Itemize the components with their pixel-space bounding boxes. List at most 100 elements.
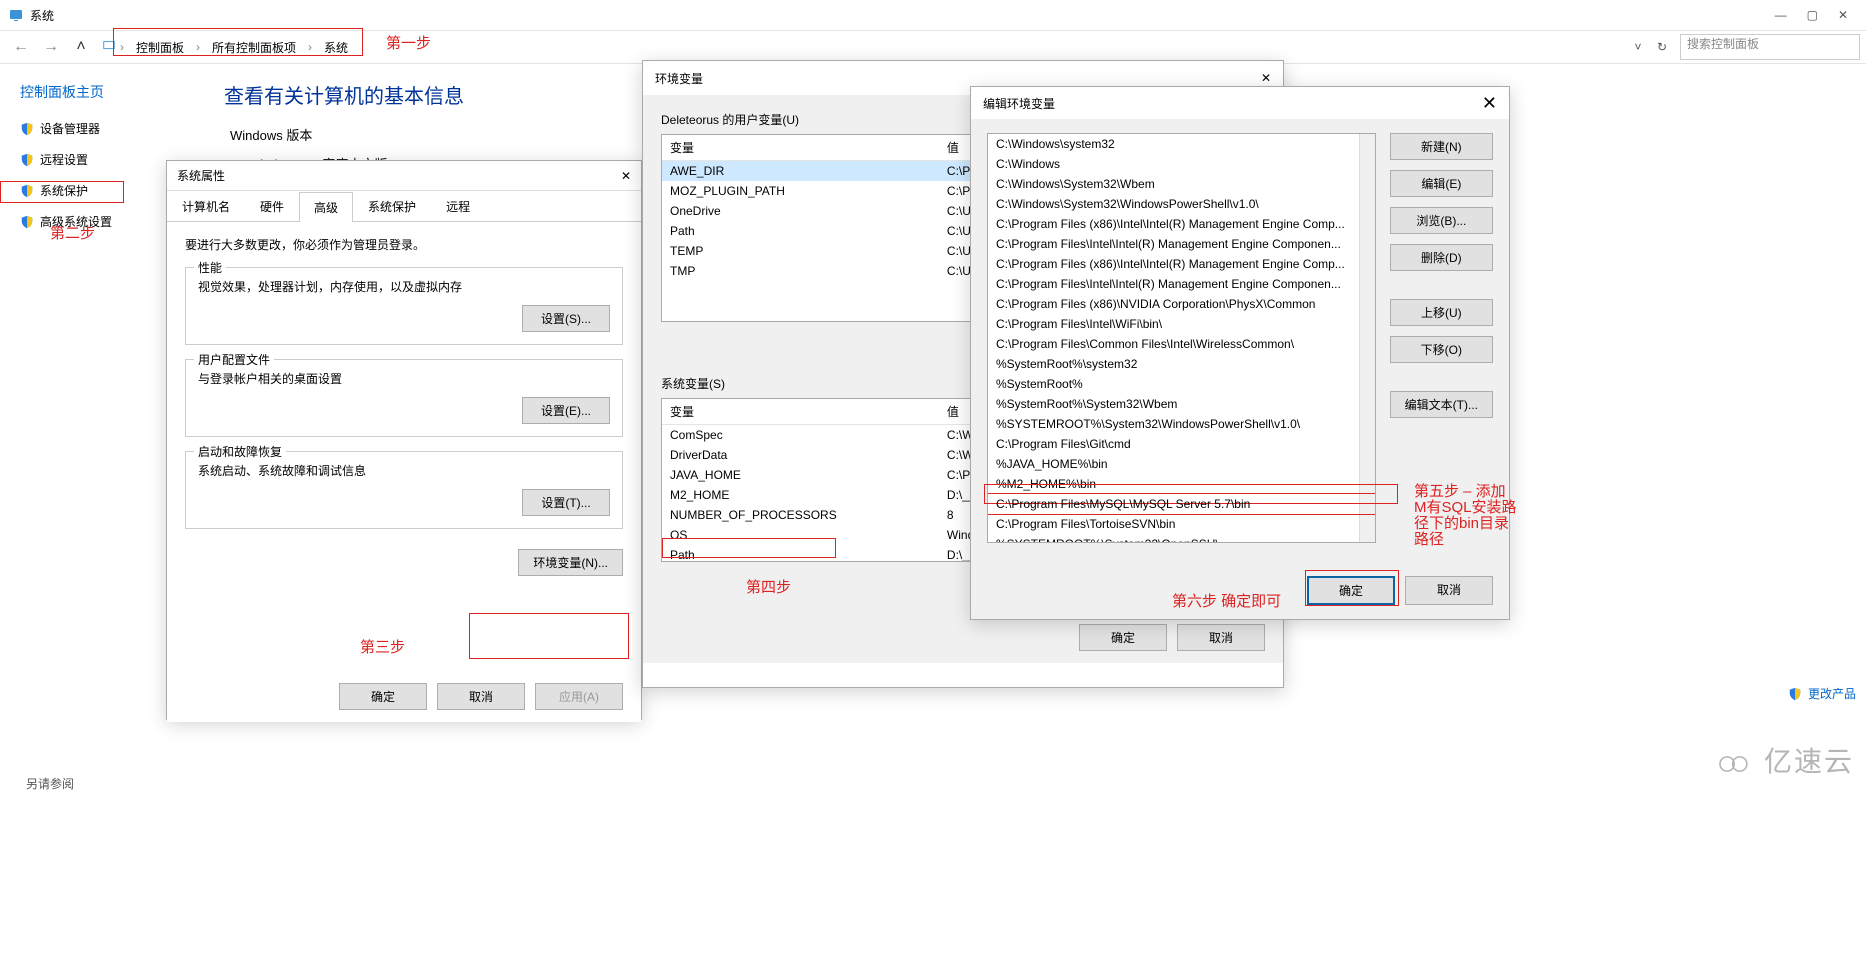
- boot-desc: 系统启动、系统故障和调试信息: [198, 462, 610, 479]
- edit-cancel-button[interactable]: 取消: [1405, 576, 1493, 605]
- list-item[interactable]: C:\Program Files\Git\cmd: [988, 434, 1375, 454]
- link-label: 更改产品: [1808, 685, 1856, 702]
- list-item[interactable]: C:\Program Files (x86)\Intel\Intel(R) Ma…: [988, 214, 1375, 234]
- path-text-button[interactable]: 编辑文本(T)...: [1390, 391, 1493, 418]
- tab-protection[interactable]: 系统保护: [353, 191, 431, 221]
- list-item[interactable]: C:\Program Files\Intel\Intel(R) Manageme…: [988, 274, 1375, 294]
- list-item[interactable]: C:\Windows\System32\WindowsPowerShell\v1…: [988, 194, 1375, 214]
- close-button[interactable]: ✕: [1828, 4, 1858, 26]
- search-input[interactable]: 搜索控制面板: [1680, 34, 1860, 60]
- control-panel-home-link[interactable]: 控制面板主页: [20, 82, 190, 102]
- annotation-box-1: [113, 28, 363, 56]
- step-label-3: 第三步: [360, 636, 405, 657]
- scrollbar[interactable]: [1359, 134, 1375, 542]
- annotation-box-2: [0, 181, 124, 203]
- env-variables-button[interactable]: 环境变量(N)...: [518, 549, 623, 576]
- path-browse-button[interactable]: 浏览(B)...: [1390, 207, 1493, 234]
- list-item[interactable]: %SYSTEMROOT%\System32\OpenSSH\: [988, 534, 1375, 543]
- col-var[interactable]: 变量: [662, 135, 939, 161]
- annotation-box-6: [1305, 570, 1399, 606]
- step-label-4: 第四步: [746, 576, 791, 597]
- perf-title: 性能: [194, 259, 226, 276]
- step-label-6: 第六步 确定即可: [1172, 590, 1281, 611]
- shield-icon: [20, 215, 34, 229]
- path-delete-button[interactable]: 删除(D): [1390, 244, 1493, 271]
- side-link-label: 远程设置: [40, 151, 88, 168]
- profile-group: 用户配置文件 与登录帐户相关的桌面设置 设置(E)...: [185, 359, 623, 437]
- minimize-button[interactable]: —: [1765, 4, 1797, 26]
- list-item[interactable]: C:\Windows: [988, 154, 1375, 174]
- tab-hardware[interactable]: 硬件: [245, 191, 299, 221]
- boot-settings-button[interactable]: 设置(T)...: [522, 489, 610, 516]
- list-item[interactable]: C:\Program Files (x86)\NVIDIA Corporatio…: [988, 294, 1375, 314]
- env-ok-button[interactable]: 确定: [1079, 624, 1167, 651]
- annotation-box-3: [469, 613, 629, 659]
- system-icon: [8, 7, 24, 23]
- up-button[interactable]: ˄: [66, 38, 96, 56]
- shield-icon: [20, 153, 34, 167]
- window-title: 系统: [30, 7, 54, 24]
- forward-button[interactable]: →: [36, 38, 66, 56]
- shield-icon: [1788, 687, 1802, 701]
- prof-desc: 与登录帐户相关的桌面设置: [198, 370, 610, 387]
- annotation-box-4: [662, 538, 836, 558]
- step-label-1: 第一步: [386, 32, 431, 53]
- watermark: 亿速云: [1716, 740, 1854, 780]
- close-icon[interactable]: ✕: [1482, 93, 1497, 114]
- list-item[interactable]: C:\Program Files\Intel\WiFi\bin\: [988, 314, 1375, 334]
- sysprop-apply-button[interactable]: 应用(A): [535, 683, 623, 710]
- dialog-title: 环境变量: [655, 70, 703, 87]
- address-dropdown[interactable]: ˅: [1626, 40, 1650, 54]
- close-icon[interactable]: ✕: [1261, 71, 1271, 85]
- sysprop-ok-button[interactable]: 确定: [339, 683, 427, 710]
- path-list[interactable]: C:\Windows\system32C:\WindowsC:\Windows\…: [987, 133, 1376, 543]
- list-item[interactable]: C:\Program Files (x86)\Intel\Intel(R) Ma…: [988, 254, 1375, 274]
- list-item[interactable]: %SystemRoot%: [988, 374, 1375, 394]
- list-item[interactable]: C:\Program Files\Common Files\Intel\Wire…: [988, 334, 1375, 354]
- path-edit-button[interactable]: 编辑(E): [1390, 170, 1493, 197]
- perf-settings-button[interactable]: 设置(S)...: [522, 305, 610, 332]
- boot-title: 启动和故障恢复: [194, 443, 286, 460]
- perf-desc: 视觉效果，处理器计划，内存使用，以及虚拟内存: [198, 278, 610, 295]
- prof-settings-button[interactable]: 设置(E)...: [522, 397, 610, 424]
- back-button[interactable]: ←: [6, 38, 36, 56]
- list-item[interactable]: C:\Program Files\TortoiseSVN\bin: [988, 514, 1375, 534]
- list-item[interactable]: C:\Program Files\Intel\Intel(R) Manageme…: [988, 234, 1375, 254]
- refresh-button[interactable]: ↻: [1650, 40, 1674, 54]
- dialog-title: 编辑环境变量: [983, 95, 1055, 112]
- tabs: 计算机名 硬件 高级 系统保护 远程: [167, 191, 641, 222]
- side-link-label: 设备管理器: [40, 120, 100, 137]
- prof-title: 用户配置文件: [194, 351, 274, 368]
- list-item[interactable]: %JAVA_HOME%\bin: [988, 454, 1375, 474]
- change-product-key-link[interactable]: 更改产品: [1788, 685, 1856, 702]
- list-item[interactable]: C:\Windows\System32\Wbem: [988, 174, 1375, 194]
- dialog-title-bar: 系统属性 ✕: [167, 161, 641, 191]
- tab-remote[interactable]: 远程: [431, 191, 485, 221]
- side-link-device-manager[interactable]: 设备管理器: [20, 120, 190, 137]
- path-up-button[interactable]: 上移(U): [1390, 299, 1493, 326]
- list-item[interactable]: C:\Windows\system32: [988, 134, 1375, 154]
- performance-group: 性能 视觉效果，处理器计划，内存使用，以及虚拟内存 设置(S)...: [185, 267, 623, 345]
- dialog-title-bar: 编辑环境变量 ✕: [971, 87, 1509, 119]
- list-item[interactable]: %SYSTEMROOT%\System32\WindowsPowerShell\…: [988, 414, 1375, 434]
- list-item[interactable]: %SystemRoot%\system32: [988, 354, 1375, 374]
- path-new-button[interactable]: 新建(N): [1390, 133, 1493, 160]
- boot-group: 启动和故障恢复 系统启动、系统故障和调试信息 设置(T)...: [185, 451, 623, 529]
- tab-advanced[interactable]: 高级: [299, 192, 353, 222]
- env-cancel-button[interactable]: 取消: [1177, 624, 1265, 651]
- admin-note: 要进行大多数更改，你必须作为管理员登录。: [185, 236, 623, 253]
- side-link-advanced[interactable]: 高级系统设置: [20, 213, 190, 230]
- tab-computer-name[interactable]: 计算机名: [167, 191, 245, 221]
- col-var[interactable]: 变量: [662, 399, 939, 425]
- side-link-remote[interactable]: 远程设置: [20, 151, 190, 168]
- dialog-title: 系统属性: [177, 167, 225, 184]
- maximize-button[interactable]: ▢: [1797, 4, 1828, 26]
- shield-icon: [20, 122, 34, 136]
- close-icon[interactable]: ✕: [621, 169, 631, 183]
- list-item[interactable]: C:\Program Files\MySQL\MySQL Server 5.7\…: [987, 493, 1376, 515]
- list-item[interactable]: %SystemRoot%\System32\Wbem: [988, 394, 1375, 414]
- sysprop-cancel-button[interactable]: 取消: [437, 683, 525, 710]
- step-label-5: 第五步 – 添加 M有SQL安装路 径下的bin目录 路径: [1414, 484, 1517, 548]
- path-down-button[interactable]: 下移(O): [1390, 336, 1493, 363]
- step-label-2: 第二步: [50, 222, 95, 243]
